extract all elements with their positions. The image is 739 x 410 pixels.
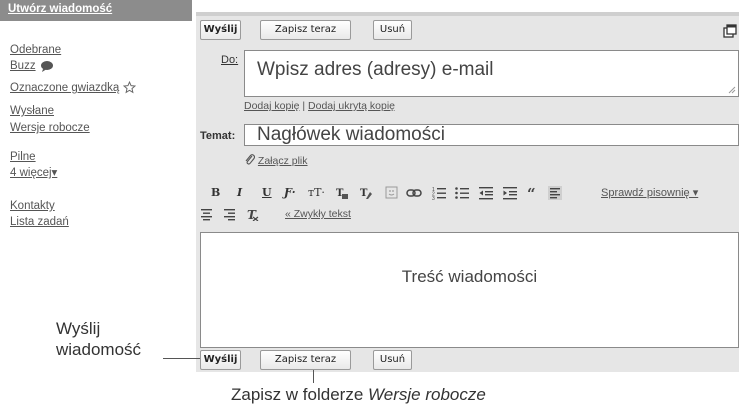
- svg-text:3: 3: [432, 196, 435, 200]
- save-button[interactable]: Zapisz teraz: [260, 20, 351, 40]
- save-callout-prefix: Zapisz w folderze: [231, 385, 364, 404]
- attach-link[interactable]: Załącz plik: [258, 155, 308, 167]
- message-body[interactable]: Treść wiadomości: [200, 232, 739, 348]
- compose-link[interactable]: Utwórz wiadomość: [8, 3, 112, 15]
- sidebar-item-drafts[interactable]: Wersje robocze: [10, 121, 90, 136]
- subject-field[interactable]: Nagłówek wiadomości: [244, 124, 739, 146]
- star-icon: [123, 81, 137, 94]
- cc-separator: |: [302, 100, 306, 112]
- save-callout-line: [313, 370, 314, 383]
- text-color-icon[interactable]: T: [335, 186, 349, 200]
- align-right-icon[interactable]: [223, 208, 236, 221]
- subject-label: Temat:: [200, 130, 236, 142]
- attach-row[interactable]: Załącz plik: [244, 153, 308, 167]
- sidebar-item-label: Oznaczone gwiazdką: [10, 82, 120, 94]
- discard-button-bottom[interactable]: Usuń: [373, 350, 412, 370]
- popout-icon[interactable]: [723, 24, 737, 38]
- sidebar-item-more[interactable]: 4 więcej▾: [10, 166, 57, 181]
- emoticon-icon[interactable]: [385, 186, 398, 199]
- quote-icon[interactable]: “: [527, 186, 541, 199]
- to-label: Do:: [221, 54, 239, 66]
- outdent-icon[interactable]: [479, 186, 493, 200]
- remove-formatting-icon[interactable]: T: [246, 208, 260, 221]
- sidebar-item-sent[interactable]: Wysłane: [10, 104, 54, 119]
- compose-bar: Utwórz wiadomość: [0, 0, 192, 21]
- align-center-icon[interactable]: [200, 208, 213, 221]
- font-button[interactable]: Ƒ·: [284, 186, 296, 199]
- paperclip-icon: [245, 154, 256, 165]
- svg-text:T: T: [360, 188, 368, 199]
- cc-row: Dodaj kopię | Dodaj ukrytą kopię: [244, 100, 395, 112]
- format-toolbar: B I U Ƒ· тT· T T 123 “ Sprawdź pisownię …: [196, 186, 739, 230]
- to-placeholder: Wpisz adres (adresy) e-mail: [257, 59, 494, 80]
- numbered-list-icon[interactable]: 123: [432, 186, 446, 200]
- sidebar-item-buzz[interactable]: Buzz: [10, 59, 54, 74]
- spellcheck-link[interactable]: Sprawdź pisownię ▾: [601, 186, 698, 199]
- sidebar: Utwórz wiadomość Odebrane Buzz Oznaczone…: [0, 0, 192, 250]
- sidebar-item-important[interactable]: Pilne: [10, 150, 36, 165]
- resize-grip-icon[interactable]: [728, 86, 736, 94]
- save-callout: Zapisz w folderze Wersje robocze: [231, 385, 486, 405]
- to-field[interactable]: Wpisz adres (adresy) e-mail: [244, 50, 739, 97]
- highlight-icon[interactable]: T: [359, 186, 373, 200]
- save-button-bottom[interactable]: Zapisz teraz: [260, 350, 351, 370]
- link-icon[interactable]: [406, 187, 422, 199]
- underline-button[interactable]: U: [262, 186, 272, 199]
- add-cc-link[interactable]: Dodaj kopię: [244, 100, 299, 112]
- add-bcc-link[interactable]: Dodaj ukrytą kopię: [308, 100, 395, 112]
- sidebar-item-starred[interactable]: Oznaczone gwiazdką: [10, 81, 137, 96]
- send-callout-line2: wiadomość: [56, 340, 142, 359]
- send-callout-line: [163, 358, 200, 359]
- save-callout-folder: Wersje robocze: [368, 385, 486, 404]
- subject-placeholder: Nagłówek wiadomości: [257, 124, 445, 145]
- sidebar-item-tasks[interactable]: Lista zadań: [10, 215, 69, 230]
- send-button-bottom[interactable]: Wyślij: [200, 350, 241, 370]
- compose-panel: Wyślij Zapisz teraz Usuń Do: Wpisz adres…: [196, 12, 739, 372]
- buzz-icon: [40, 60, 53, 72]
- sidebar-item-label: Buzz: [10, 60, 36, 72]
- sidebar-item-contacts[interactable]: Kontakty: [10, 199, 55, 214]
- font-size-button[interactable]: тT·: [308, 186, 325, 199]
- send-callout-line1: Wyślij: [56, 319, 101, 338]
- italic-button[interactable]: I: [237, 186, 242, 199]
- bulleted-list-icon[interactable]: [455, 186, 469, 200]
- svg-text:“: “: [527, 186, 536, 199]
- body-placeholder: Treść wiadomości: [401, 267, 538, 286]
- send-button[interactable]: Wyślij: [200, 20, 241, 40]
- bold-button[interactable]: B: [211, 186, 220, 199]
- discard-button[interactable]: Usuń: [373, 20, 412, 40]
- indent-icon[interactable]: [503, 186, 517, 200]
- plain-text-link[interactable]: « Zwykły tekst: [285, 208, 351, 220]
- send-callout: Wyślij wiadomość: [56, 318, 141, 360]
- align-left-icon[interactable]: [548, 186, 562, 200]
- sidebar-item-inbox[interactable]: Odebrane: [10, 43, 61, 58]
